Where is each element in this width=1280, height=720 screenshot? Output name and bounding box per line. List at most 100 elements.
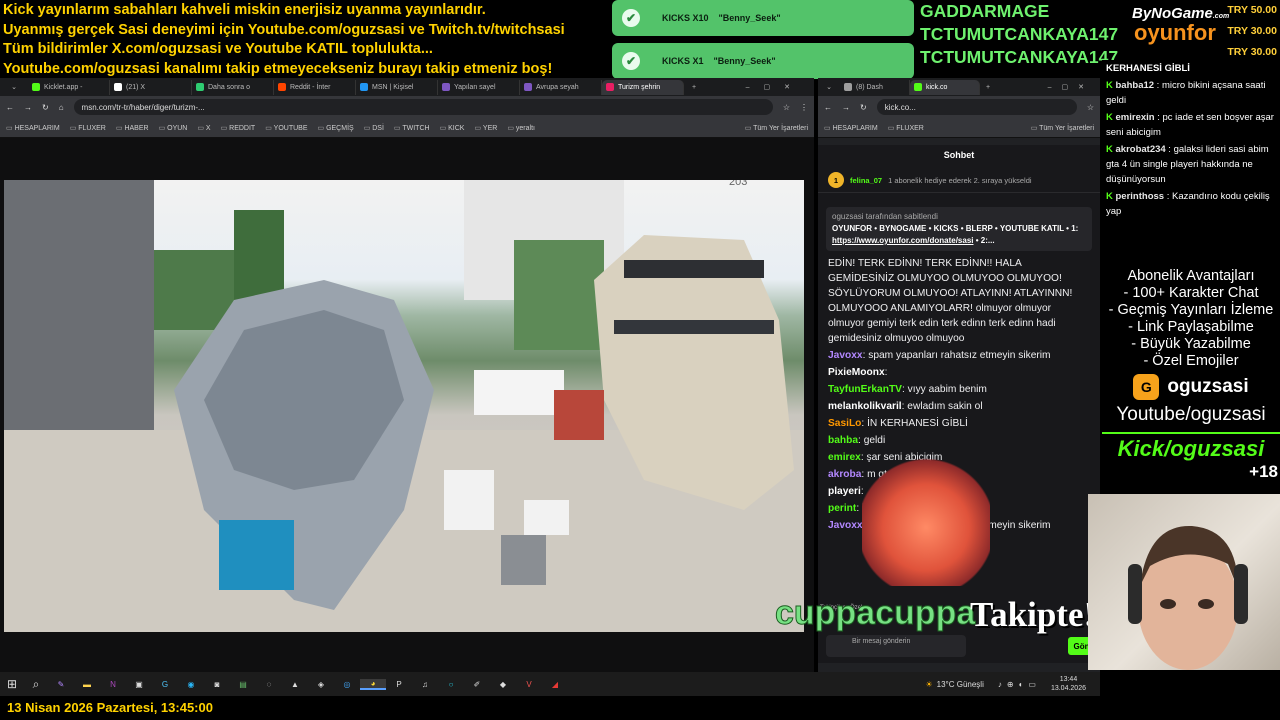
star-icon[interactable]: ☆ (783, 103, 790, 112)
forward-icon[interactable]: → (24, 103, 32, 112)
clock[interactable]: 13:44 13.04.2026 (1051, 675, 1086, 693)
app-icon[interactable]: ◆ (490, 680, 516, 689)
onenote-icon[interactable]: N (100, 680, 126, 689)
shipyard-illustration: 203 (4, 180, 804, 632)
bookmark-item[interactable]: FLUXER (70, 124, 106, 132)
bookmark-item[interactable]: OYUN (159, 124, 187, 132)
new-tab-icon[interactable]: + (986, 84, 990, 91)
tab-menu-icon[interactable]: ⌄ (0, 83, 28, 91)
browser-tab-active[interactable]: kick.co (910, 79, 980, 95)
obs-icon[interactable]: ◢ (542, 680, 568, 689)
app-icon[interactable]: ◎ (334, 680, 360, 689)
window-icon[interactable]: ▣ (126, 680, 152, 689)
forward-icon[interactable]: → (842, 103, 850, 112)
bookmark-item[interactable]: DSİ (364, 124, 384, 132)
reload-icon[interactable]: ↻ (42, 103, 49, 112)
chat-username[interactable]: melankolikvaril (828, 401, 902, 412)
taskbar: ⊞ ⌕ ✎ ▬ N ▣ G ◉ ◙ ▤ ◌ ▲ ◈ ◎ ◕ P ♫ ○ ✐ ◆ … (0, 672, 1100, 696)
bookmark-item[interactable]: REDDIT (221, 124, 255, 132)
browser-tab[interactable]: Reddit - İnter (274, 79, 356, 95)
chat-username[interactable]: perint (828, 503, 856, 514)
start-icon[interactable]: ⊞ (0, 677, 24, 691)
chat-title: Sohbet (943, 150, 975, 160)
bookmark-item[interactable]: X (197, 124, 211, 132)
system-tray-icons[interactable]: ♪⊕◐▭ (998, 680, 1041, 689)
supporter-name: GADDARMAGE (920, 1, 1050, 21)
camera-icon[interactable]: ◙ (204, 680, 230, 689)
current-datetime: 13 Nisan 2026 Pazartesi, 13:45:00 (7, 700, 213, 715)
back-icon[interactable]: ← (6, 103, 14, 112)
banner-line: Uyanmış gerçek Sasi deneyimi için Youtub… (3, 21, 565, 38)
vivaldi-icon[interactable]: V (516, 680, 542, 689)
all-bookmarks[interactable]: Tüm Yer İşaretleri (745, 124, 808, 132)
app-icon[interactable]: ▤ (230, 680, 256, 689)
chat-username[interactable]: TayfunErkanTV (828, 384, 902, 395)
chat-username[interactable]: Javoxx (828, 520, 863, 531)
chat-username[interactable]: Javoxx (828, 350, 863, 361)
overlay-chat-line: KERHANESİ GİBLİ (1102, 60, 1280, 77)
app-icon[interactable]: ○ (438, 680, 464, 689)
star-icon[interactable]: ☆ (1087, 103, 1094, 112)
overlay-chat-user: perinthoss (1115, 191, 1165, 202)
browser-tab[interactable]: (21) X (110, 79, 192, 95)
window-controls[interactable]: –▢✕ (746, 83, 804, 91)
chat-username[interactable]: SasiLo (828, 418, 861, 429)
chat-username[interactable]: akroba (828, 469, 861, 480)
bookmark-item[interactable]: HESAPLARIM (824, 124, 878, 132)
tab-menu-icon[interactable]: ⌄ (818, 83, 840, 91)
app-icon[interactable]: ✐ (464, 680, 490, 689)
bookmark-item[interactable]: FLUXER (888, 124, 924, 132)
url-input[interactable]: kick.co... (876, 99, 1077, 115)
browser-tab[interactable]: MSN | Kişisel (356, 79, 438, 95)
tab-strip: ⌄ (8) Dash kick.co + –▢✕ (818, 78, 1100, 96)
app-icon[interactable]: ♫ (412, 680, 438, 689)
bookmark-item[interactable]: HESAPLARIM (6, 124, 60, 132)
overlay-chat-user: akrobat234 (1115, 144, 1166, 155)
bookmark-item[interactable]: yeraltı (507, 124, 535, 132)
home-icon[interactable]: ⌂ (59, 103, 64, 112)
weather-widget[interactable]: ☀ 13°C Güneşli (925, 680, 983, 689)
back-icon[interactable]: ← (824, 103, 832, 112)
chat-username[interactable]: playeri (828, 486, 861, 497)
reload-icon[interactable]: ↻ (860, 103, 867, 112)
app-icon[interactable]: ▲ (282, 680, 308, 689)
all-bookmarks[interactable]: Tüm Yer İşaretleri (1031, 124, 1094, 132)
folder-icon[interactable]: ▬ (74, 680, 100, 689)
alert-badge: KICKS X1 (662, 56, 704, 66)
extensions-icon[interactable]: ⋮ (800, 103, 808, 112)
search-icon[interactable]: ⌕ (24, 677, 48, 692)
browser-tab[interactable]: Avrupa seyah (520, 79, 602, 95)
browser-tab[interactable]: Kicklet.app - (28, 79, 110, 95)
window-controls[interactable]: –▢✕ (1048, 83, 1094, 91)
browser-tab[interactable]: Yapılan sayel (438, 79, 520, 95)
chat-input[interactable]: Bir mesaj gönderin (826, 635, 966, 657)
bookmark-item[interactable]: YER (474, 124, 497, 132)
kick-icon: K (1106, 112, 1116, 123)
app-icon[interactable]: ✎ (48, 680, 74, 689)
gift-user[interactable]: felina_07 (850, 176, 882, 185)
chat-username[interactable]: bahba (828, 435, 858, 446)
edge-icon[interactable]: ◉ (178, 680, 204, 689)
app-icon[interactable]: G (152, 680, 178, 689)
new-tab-icon[interactable]: + (692, 84, 696, 91)
kick-icon: K (1106, 191, 1116, 202)
browser-tab[interactable]: (8) Dash (840, 79, 910, 95)
app-icon[interactable]: P (386, 680, 412, 689)
chrome-icon[interactable]: ◕ (360, 678, 386, 690)
browser-tab[interactable]: Daha sonra o (192, 79, 274, 95)
bookmark-item[interactable]: HABER (116, 124, 148, 132)
webcam-feed (1088, 494, 1280, 670)
bookmark-item[interactable]: KICK (440, 124, 464, 132)
app-icon[interactable]: ◌ (256, 680, 282, 689)
chat-message: TayfunErkanTV: vıyy aabim benim (828, 384, 987, 395)
pinned-link[interactable]: https://www.oyunfor.com/donate/sasi (832, 236, 974, 245)
url-input[interactable]: msn.com/tr-tr/haber/diger/turizm-... (73, 99, 773, 115)
browser-tab-active[interactable]: Turizm şehrin (602, 79, 684, 95)
chat-username[interactable]: PixieMoonx (828, 367, 885, 378)
app-icon[interactable]: ◈ (308, 680, 334, 689)
bookmark-item[interactable]: GEÇMİŞ (318, 124, 354, 132)
bookmark-item[interactable]: YOUTUBE (265, 124, 308, 132)
bookmark-item[interactable]: TWITCH (394, 124, 429, 132)
overlay-chat-line: K perinthoss : Kazandırıo kodu çekiliş y… (1106, 191, 1270, 217)
chat-username[interactable]: emirex (828, 452, 861, 463)
